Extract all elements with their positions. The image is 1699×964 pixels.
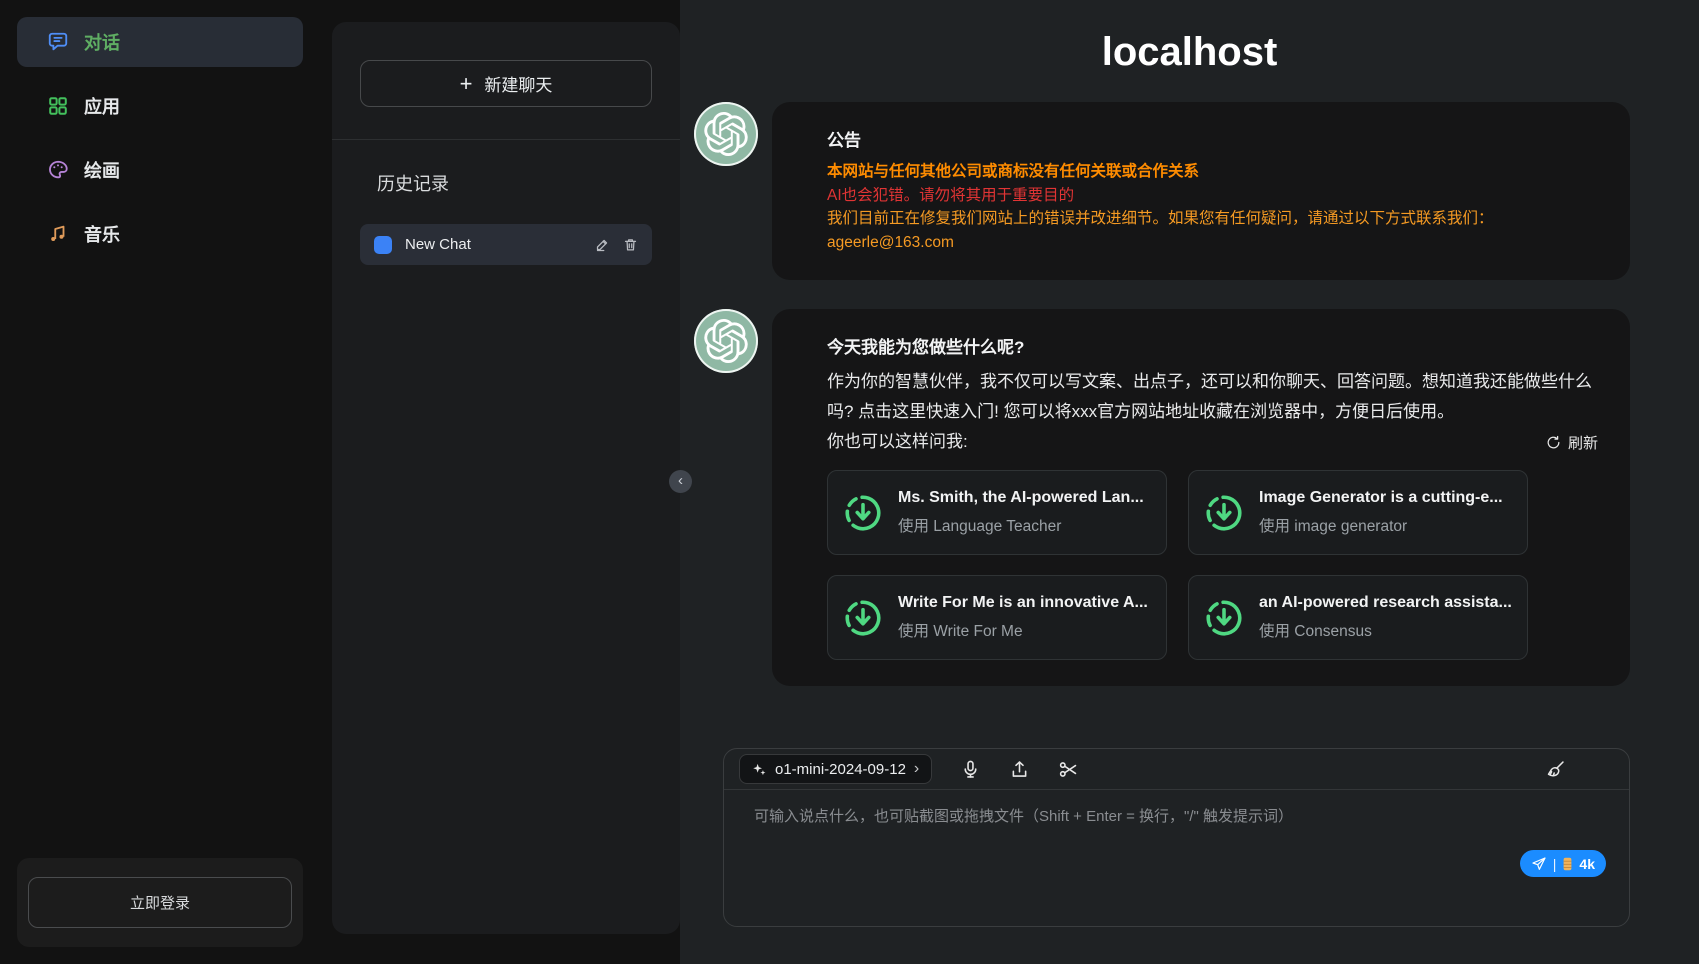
suggestion-title: Image Generator is a cutting-e... — [1259, 489, 1503, 507]
model-selector[interactable]: o1-mini-2024-09-12 › — [739, 754, 932, 784]
dashed-circle-download-icon — [1203, 492, 1245, 534]
suggestion-card[interactable]: Write For Me is an innovative A... 使用 Wr… — [827, 575, 1167, 660]
suggestion-card[interactable]: Image Generator is a cutting-e... 使用 ima… — [1188, 470, 1528, 555]
history-item[interactable]: New Chat — [360, 224, 652, 265]
upload-icon — [1009, 759, 1030, 780]
announcement-message: 公告 本网站与任何其他公司或商标没有任何关联或合作关系 AI也会犯错。请勿将其用… — [694, 102, 1630, 280]
sidebar-item-label: 音乐 — [84, 221, 120, 247]
send-divider: | — [1553, 856, 1557, 872]
greeting-message: 今天我能为您做些什么呢? 作为你的智慧伙伴，我不仅可以写文案、出点子，还可以和你… — [694, 309, 1630, 686]
broom-icon — [1545, 759, 1566, 780]
suggestion-title: Write For Me is an innovative A... — [898, 594, 1148, 612]
refresh-label: 刷新 — [1568, 432, 1598, 453]
sparkles-icon — [752, 762, 767, 777]
greeting-body: 作为你的智慧伙伴，我不仅可以写文案、出点子，还可以和你聊天、回答问题。想知道我还… — [827, 367, 1598, 427]
suggestion-subtitle: 使用 Write For Me — [898, 619, 1148, 641]
dashed-circle-download-icon — [842, 597, 884, 639]
send-button[interactable]: | 4k — [1520, 850, 1606, 877]
announcement-email: ageerle@163.com — [827, 231, 1598, 255]
sidebar-item-label: 应用 — [84, 93, 120, 119]
token-coin-icon — [1562, 857, 1573, 871]
microphone-icon — [960, 759, 981, 780]
sidebar-item-music[interactable]: 音乐 — [17, 209, 303, 259]
page-title: localhost — [680, 30, 1699, 75]
history-heading: 历史记录 — [377, 170, 652, 196]
palette-icon — [47, 159, 69, 181]
sidebar-item-apps[interactable]: 应用 — [17, 81, 303, 131]
greeting-ask-label: 你也可以这样问我: — [827, 427, 968, 457]
history-item-title: New Chat — [405, 236, 582, 253]
plus-icon: + — [460, 73, 473, 95]
chevron-left-icon: ‹ — [678, 472, 683, 489]
music-note-icon — [47, 223, 69, 245]
suggestion-grid: Ms. Smith, the AI-powered Lan... 使用 Lang… — [827, 470, 1598, 660]
refresh-icon — [1546, 435, 1561, 450]
scissors-button[interactable] — [1058, 759, 1079, 780]
composer-toolbar: o1-mini-2024-09-12 › — [724, 749, 1629, 790]
chat-list-column: + 新建聊天 历史记录 New Chat — [320, 0, 680, 964]
suggestion-title: Ms. Smith, the AI-powered Lan... — [898, 489, 1144, 507]
send-plane-icon — [1531, 856, 1547, 872]
clear-context-button[interactable] — [1545, 759, 1566, 780]
announcement-card: 公告 本网站与任何其他公司或商标没有任何关联或合作关系 AI也会犯错。请勿将其用… — [772, 102, 1630, 280]
main-chat-area: ‹ localhost 公告 本网站与任何其他公司或商标没有任何关联或合作关系 … — [680, 0, 1699, 964]
announcement-line-2: AI也会犯错。请勿将其用于重要目的 — [827, 184, 1598, 208]
new-chat-label: 新建聊天 — [484, 71, 552, 96]
openai-logo-icon — [704, 319, 748, 363]
chat-list-header: + 新建聊天 — [332, 22, 680, 139]
announcement-line-3: 我们目前正在修复我们网站上的错误并改进细节。如果您有任何疑问，请通过以下方式联系… — [827, 207, 1598, 231]
model-name: o1-mini-2024-09-12 — [775, 761, 906, 778]
sidebar-item-label: 对话 — [84, 29, 120, 55]
assistant-avatar — [694, 309, 758, 373]
new-chat-button[interactable]: + 新建聊天 — [360, 60, 652, 107]
collapse-sidebar-button[interactable]: ‹ — [669, 470, 692, 493]
microphone-button[interactable] — [960, 759, 981, 780]
suggestion-subtitle: 使用 Consensus — [1259, 619, 1511, 641]
message-input[interactable] — [724, 790, 1629, 926]
dashed-circle-download-icon — [842, 492, 884, 534]
chat-color-swatch-icon — [374, 236, 392, 254]
openai-logo-icon — [704, 112, 748, 156]
refresh-suggestions-button[interactable]: 刷新 — [1546, 432, 1598, 453]
chevron-right-icon: › — [914, 760, 919, 778]
suggestion-card[interactable]: an AI-powered research assista... 使用 Con… — [1188, 575, 1528, 660]
greeting-card: 今天我能为您做些什么呢? 作为你的智慧伙伴，我不仅可以写文案、出点子，还可以和你… — [772, 309, 1630, 686]
suggestion-subtitle: 使用 Language Teacher — [898, 514, 1144, 536]
delete-trash-icon[interactable] — [623, 237, 638, 252]
upload-button[interactable] — [1009, 759, 1030, 780]
sidebar-item-label: 绘画 — [84, 157, 120, 183]
sidebar-item-chat[interactable]: 对话 — [17, 17, 303, 67]
greeting-title: 今天我能为您做些什么呢? — [827, 333, 1598, 358]
login-button[interactable]: 立即登录 — [28, 877, 292, 928]
apps-grid-icon — [47, 95, 69, 117]
message-list: 公告 本网站与任何其他公司或商标没有任何关联或合作关系 AI也会犯错。请勿将其用… — [680, 75, 1699, 748]
suggestion-card[interactable]: Ms. Smith, the AI-powered Lan... 使用 Lang… — [827, 470, 1167, 555]
sidebar-item-drawing[interactable]: 绘画 — [17, 145, 303, 195]
suggestion-subtitle: 使用 image generator — [1259, 514, 1503, 536]
history-section: 历史记录 New Chat — [332, 140, 680, 934]
token-count-badge: 4k — [1579, 856, 1595, 872]
assistant-avatar — [694, 102, 758, 166]
sidebar: 对话 应用 绘画 音乐 立即登录 — [0, 0, 320, 964]
edit-pencil-icon[interactable] — [595, 237, 610, 252]
scissors-icon — [1058, 759, 1079, 780]
dashed-circle-download-icon — [1203, 597, 1245, 639]
suggestion-title: an AI-powered research assista... — [1259, 594, 1511, 612]
announcement-line-1: 本网站与任何其他公司或商标没有任何关联或合作关系 — [827, 160, 1598, 184]
login-card: 立即登录 — [17, 858, 303, 947]
history-item-actions — [595, 237, 638, 252]
announcement-title: 公告 — [827, 126, 1598, 151]
composer: o1-mini-2024-09-12 › | 4k — [723, 748, 1630, 927]
chat-list-panel: + 新建聊天 历史记录 New Chat — [332, 22, 680, 934]
chat-bubble-icon — [47, 31, 69, 53]
